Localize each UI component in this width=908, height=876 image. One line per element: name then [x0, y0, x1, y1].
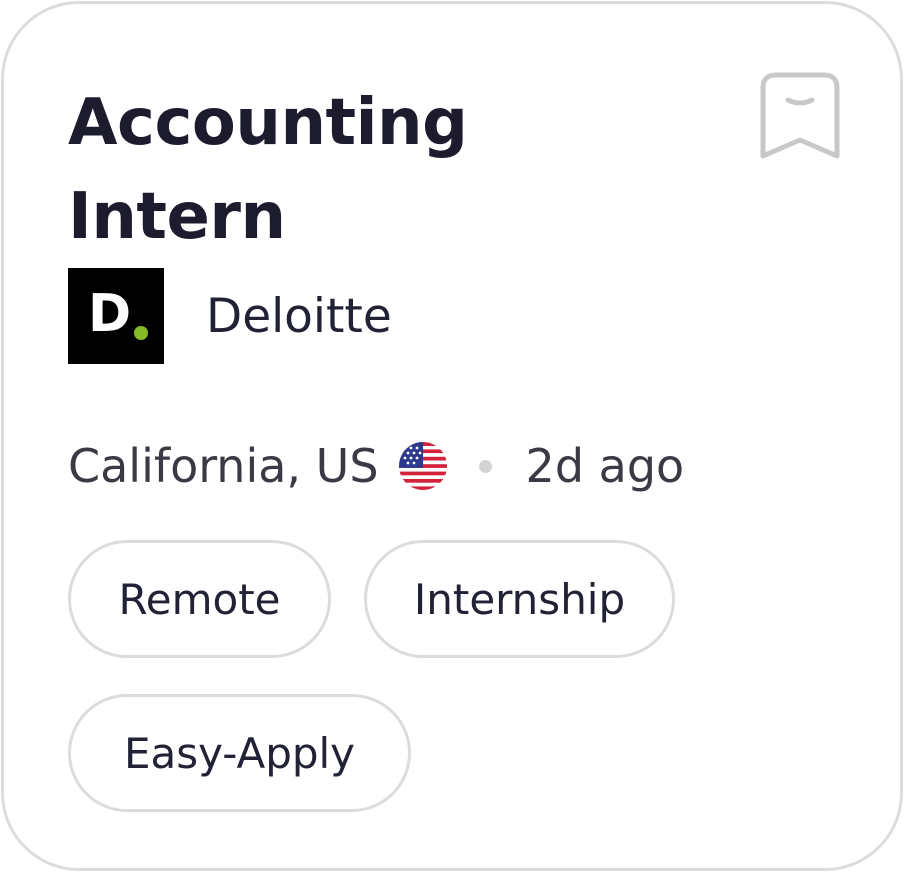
company-logo: D: [68, 268, 164, 364]
location-text: California, US: [68, 439, 379, 493]
posted-time: 2d ago: [525, 439, 685, 493]
tag-easy-apply[interactable]: Easy-Apply: [68, 694, 411, 812]
bookmark-button[interactable]: [758, 70, 842, 164]
separator-dot: [478, 459, 492, 473]
job-title: Accounting Intern: [68, 86, 468, 254]
company-row: D Deloitte: [68, 268, 392, 364]
us-flag-icon: [398, 442, 447, 490]
bookmark-icon: [760, 72, 840, 159]
logo-letter: D: [88, 284, 132, 344]
tag-internship[interactable]: Internship: [364, 540, 675, 658]
logo-dot: [134, 326, 148, 340]
meta-row: California, US 2d ago: [68, 436, 684, 496]
company-name[interactable]: Deloitte: [206, 289, 392, 344]
job-card[interactable]: Accounting Intern D Deloitte California,…: [1, 1, 903, 871]
tag-remote[interactable]: Remote: [68, 540, 331, 658]
